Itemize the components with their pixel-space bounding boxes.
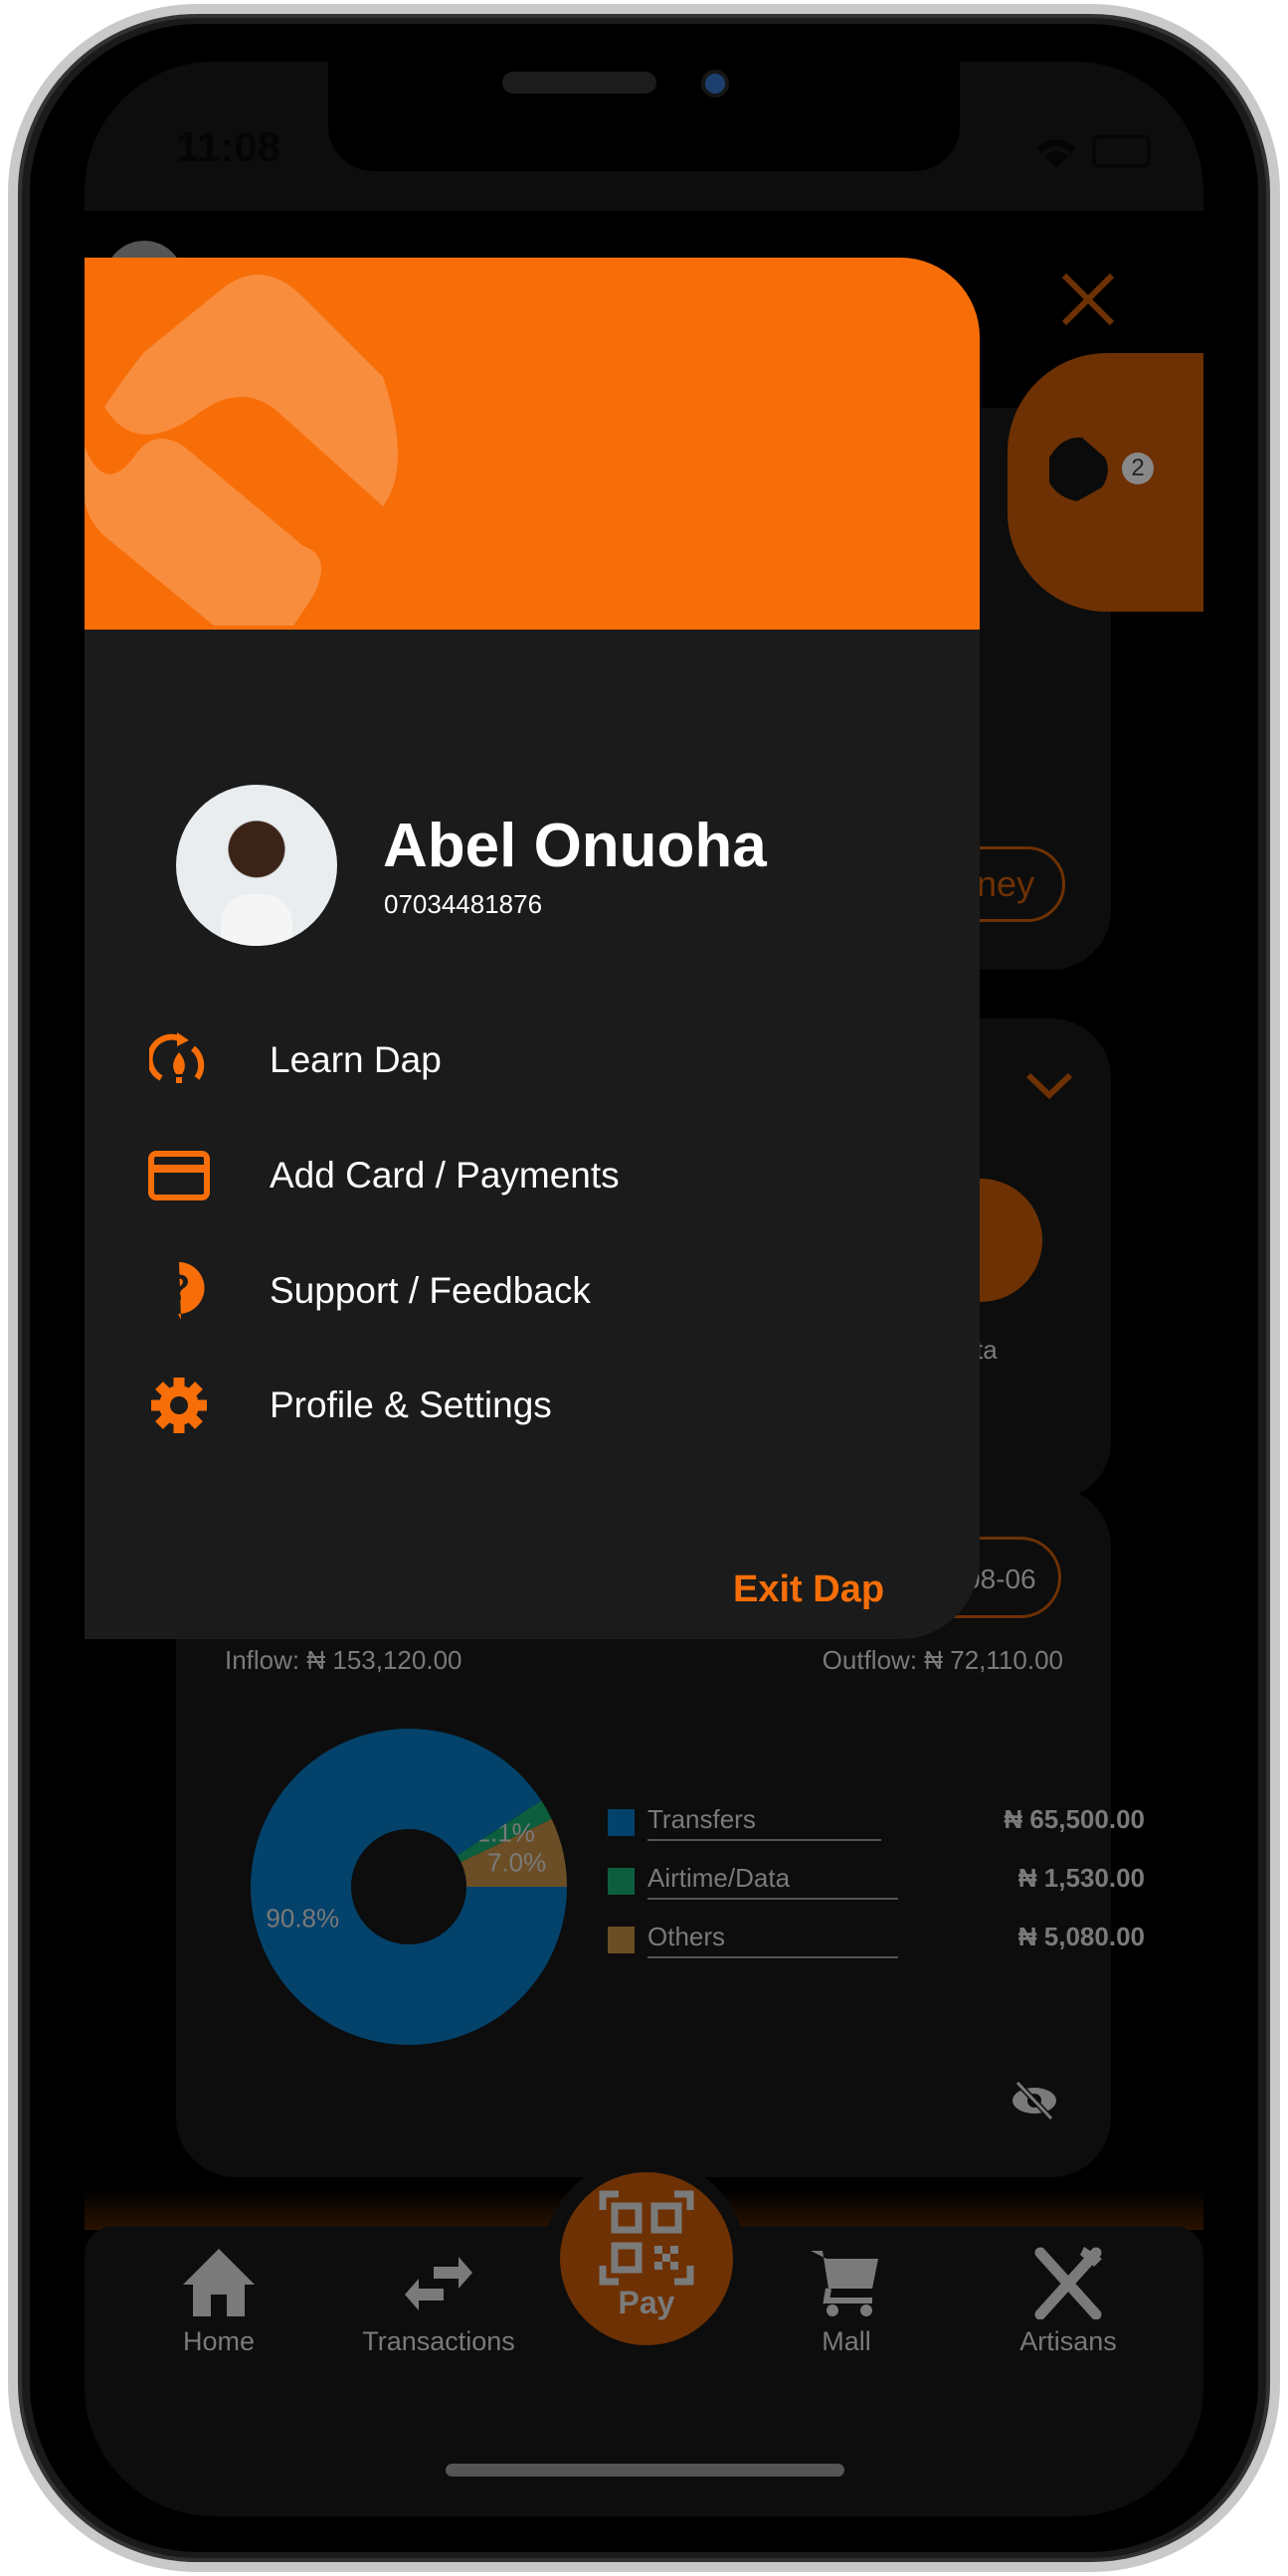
user-avatar[interactable] [176, 785, 337, 946]
menu-label: Add Card / Payments [270, 1155, 620, 1196]
gear-icon [144, 1371, 214, 1440]
legend-label: Airtime/Data [647, 1863, 898, 1900]
menu-add-card[interactable]: Add Card / Payments [144, 1136, 840, 1215]
home-icon [183, 2249, 255, 2316]
nav-home[interactable]: Home [109, 2245, 328, 2357]
legend-swatch [608, 1927, 635, 1953]
legend-amount: ₦ 5,080.00 [1017, 1922, 1145, 1951]
chevron-down-icon[interactable] [1024, 1071, 1074, 1101]
legend-amount: ₦ 65,500.00 [1004, 1804, 1145, 1834]
donut-percent-label: 7.0% [487, 1848, 546, 1878]
user-name: Abel Onuoha [383, 812, 767, 880]
status-icons [1036, 134, 1151, 168]
nav-artisans[interactable]: Artisans [959, 2245, 1178, 2357]
nav-mall-label: Mall [822, 2326, 871, 2356]
tools-icon [1034, 2247, 1102, 2320]
cart-icon [811, 2251, 878, 2316]
nav-artisans-label: Artisans [1019, 2326, 1117, 2356]
legend-label: Transfers [647, 1804, 881, 1841]
legend-swatch [608, 1868, 635, 1895]
legend-label: Others [647, 1922, 898, 1958]
close-icon[interactable] [1059, 271, 1117, 328]
eye-off-icon[interactable] [1010, 2081, 1059, 2120]
exit-dap-button[interactable]: Exit Dap [733, 1568, 884, 1611]
transfer-arrows-icon [405, 2257, 472, 2310]
menu-support[interactable]: ? Support / Feedback [144, 1251, 840, 1331]
battery-icon [1092, 134, 1151, 168]
user-phone: 07034481876 [384, 889, 543, 919]
donut-percent-label: 90.8% [266, 1904, 339, 1933]
drawer-header [85, 258, 980, 630]
legend-amount: ₦ 1,530.00 [1017, 1863, 1145, 1893]
partner-tab[interactable]: 2 [1008, 353, 1203, 612]
menu-label: Support / Feedback [270, 1270, 591, 1311]
avatar-shirt [221, 894, 292, 946]
wifi-icon [1036, 139, 1076, 168]
notification-badge: 2 [1122, 453, 1154, 484]
qr-code-icon [599, 2190, 694, 2286]
legend-item: Transfers ₦ 65,500.00 [608, 1802, 1145, 1852]
legend-swatch [608, 1809, 635, 1836]
donut-hole [351, 1829, 466, 1944]
nav-transactions[interactable]: Transactions [329, 2245, 548, 2357]
menu-label: Learn Dap [270, 1039, 442, 1080]
nav-home-label: Home [182, 2326, 256, 2356]
handshake-icon [1049, 437, 1108, 501]
menu-label: Profile & Settings [270, 1384, 552, 1425]
svg-text:?: ? [168, 1267, 190, 1308]
menu-profile-settings[interactable]: Profile & Settings [144, 1366, 840, 1445]
menu-learn-dap[interactable]: Learn Dap [144, 1020, 840, 1100]
learn-icon [144, 1025, 214, 1095]
card-icon [144, 1141, 214, 1210]
legend-item: Others ₦ 5,080.00 [608, 1920, 1145, 1969]
legend-item: Airtime/Data ₦ 1,530.00 [608, 1861, 1145, 1911]
pay-label: Pay [618, 2285, 675, 2320]
screen: 11:08 2 ney re ta 08-06 Inflow: ₦ 153,12… [85, 62, 1203, 2516]
money-button-label: ney [976, 863, 1034, 904]
outflow-text: Outflow: ₦ 72,110.00 [822, 1645, 1063, 1675]
nav-transactions-label: Transactions [362, 2326, 515, 2356]
side-drawer: Abel Onuoha 07034481876 Learn Dap Add Ca… [85, 258, 980, 1639]
home-indicator[interactable] [446, 2464, 844, 2477]
nav-mall[interactable]: Mall [737, 2245, 956, 2357]
help-icon: ? [144, 1256, 214, 1326]
pay-button[interactable]: Pay [560, 2172, 733, 2345]
dap-logo-watermark [85, 275, 398, 626]
